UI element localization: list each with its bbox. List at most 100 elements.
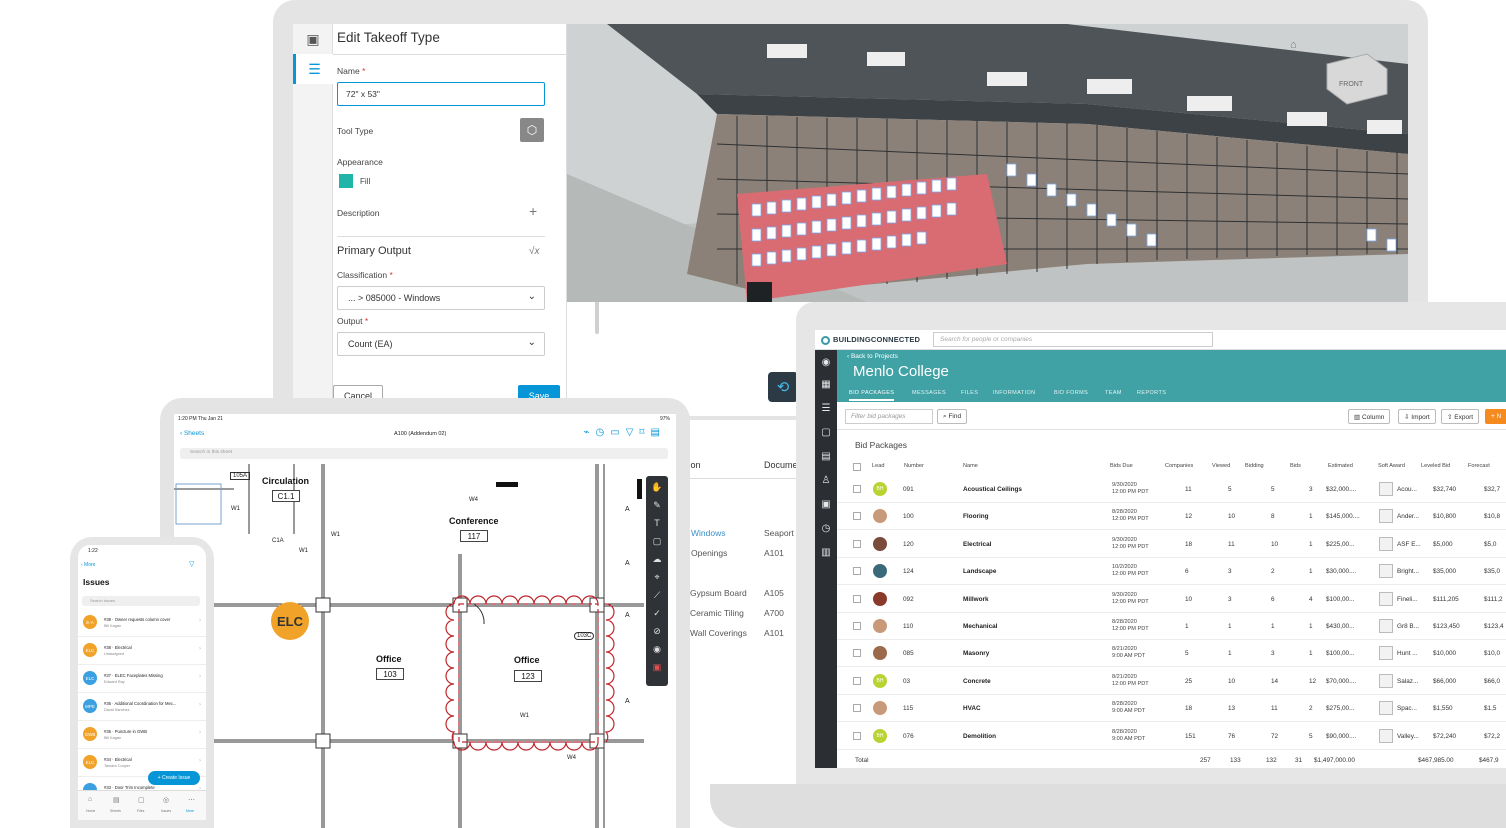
- row-checkbox[interactable]: [853, 622, 861, 630]
- home-icon[interactable]: ⌂: [88, 796, 92, 803]
- chart-icon[interactable]: ▥: [815, 542, 837, 562]
- tag[interactable]: W1: [520, 713, 529, 719]
- th-lead[interactable]: Lead: [872, 463, 884, 469]
- find-button[interactable]: ⌕ Find: [937, 409, 968, 424]
- issues-icon[interactable]: ◎: [163, 796, 169, 804]
- user-icon[interactable]: ◉: [815, 352, 837, 372]
- row-checkbox[interactable]: [853, 485, 861, 493]
- tab-bid-forms[interactable]: BID FORMS: [1054, 390, 1088, 396]
- stamp-icon[interactable]: ♙: [815, 470, 837, 490]
- tab-home[interactable]: Home: [86, 809, 95, 813]
- grid-tag[interactable]: A: [625, 560, 630, 567]
- row-checkbox[interactable]: [853, 594, 861, 603]
- th-bids[interactable]: Bids: [1290, 463, 1301, 469]
- clipboard-icon[interactable]: ▢: [815, 422, 837, 442]
- th-soft-award[interactable]: Soft Award: [1378, 463, 1405, 469]
- sheet-icon[interactable]: ▣: [293, 24, 333, 54]
- cube-tool-button[interactable]: ⬡: [520, 118, 544, 142]
- back-to-more-link[interactable]: ‹ More: [81, 562, 95, 568]
- doc-row-name[interactable]: Wall Coverings: [690, 628, 747, 638]
- orbit-button[interactable]: ⟲: [768, 372, 798, 402]
- output-select[interactable]: Count (EA) ⌄: [337, 332, 545, 356]
- grid-tag[interactable]: A: [625, 698, 630, 705]
- doc-row-doc[interactable]: A101: [764, 548, 784, 558]
- doc-row-doc[interactable]: A105: [764, 588, 784, 598]
- table-row[interactable]: BH 076 Demolition 151 76 72 5 $90,000.... Valley…: [837, 723, 1506, 750]
- doc-row-doc[interactable]: Seaport: [764, 528, 794, 538]
- tag[interactable]: W1: [331, 532, 340, 538]
- sheets-icon[interactable]: ▤: [113, 796, 120, 804]
- doc-row-name[interactable]: Windows: [691, 528, 725, 538]
- row-checkbox[interactable]: [853, 704, 861, 713]
- cloud-icon[interactable]: ☁: [646, 550, 668, 568]
- issues-search-input[interactable]: Search issues: [82, 596, 200, 606]
- row-checkbox[interactable]: [853, 567, 861, 576]
- name-input[interactable]: [337, 82, 545, 106]
- camera-icon[interactable]: ◉: [646, 640, 668, 658]
- tab-reports[interactable]: REPORTS: [1137, 390, 1166, 396]
- row-checkbox[interactable]: [853, 649, 861, 658]
- back-to-projects-link[interactable]: ‹ Back to Projects: [847, 353, 898, 360]
- th-number[interactable]: Number: [904, 463, 924, 469]
- cell-name[interactable]: Acoustical Ceilings: [963, 486, 1022, 493]
- cell-name[interactable]: Demolition: [963, 733, 996, 740]
- tab-issues[interactable]: Issues: [161, 809, 171, 813]
- link-icon[interactable]: ⊘: [646, 622, 668, 640]
- grid-tag[interactable]: A: [625, 612, 630, 619]
- tab-messages[interactable]: MESSAGES: [912, 390, 946, 396]
- filter-bid-packages-input[interactable]: Filter bid packages: [845, 409, 933, 424]
- new-button[interactable]: + N: [1485, 409, 1506, 424]
- table-row[interactable]: BH 091 Acoustical Ceilings 11 5 5 3 $32,000....…: [837, 476, 1506, 503]
- global-search-input[interactable]: Search for people or companies: [933, 332, 1213, 347]
- th-bidding[interactable]: Bidding: [1245, 463, 1264, 469]
- sheet-toolbar-icons[interactable]: ⌁◷▭▽⌑▤: [584, 427, 666, 438]
- text-icon[interactable]: T: [646, 514, 668, 532]
- table-row[interactable]: 110 Mechanical 1 1 1 1 $430,00... Gr8 B... $123,…: [837, 613, 1506, 640]
- th-forecast[interactable]: Forecast: [1468, 463, 1490, 469]
- cell-name[interactable]: Landscape: [963, 568, 996, 575]
- cell-name[interactable]: Concrete: [963, 678, 991, 685]
- tab-more[interactable]: More: [186, 809, 194, 813]
- table-row[interactable]: BH 03 Concrete 25 10 14 12 $70,000.... Salaz... $…: [837, 668, 1506, 695]
- th-leveled-bid[interactable]: Leveled Bid: [1421, 463, 1450, 469]
- table-row[interactable]: 092 Millwork 10 3 6 4 $100,00... Fineli... $111,…: [837, 586, 1506, 613]
- document-icon[interactable]: ▣: [815, 494, 837, 514]
- shape-icon[interactable]: ▢: [646, 532, 668, 550]
- room-number[interactable]: 103: [376, 668, 404, 680]
- table-row[interactable]: 115 HVAC 18 13 11 2 $275,00... Spac... $1,550 $1,…: [837, 695, 1506, 723]
- cell-name[interactable]: Flooring: [963, 513, 989, 520]
- select-all-checkbox[interactable]: [853, 463, 861, 471]
- files-icon[interactable]: ▢: [138, 796, 145, 804]
- tag[interactable]: C1A: [272, 538, 284, 544]
- doc-row-name[interactable]: Ceramic Tiling: [690, 608, 744, 618]
- cell-name[interactable]: Electrical: [963, 541, 991, 548]
- more-icon[interactable]: ⋯: [188, 796, 195, 804]
- formula-icon[interactable]: √x: [529, 246, 540, 257]
- doc-row-doc[interactable]: A700: [764, 608, 784, 618]
- tag[interactable]: W1: [231, 506, 240, 512]
- tab-information[interactable]: INFORMATION: [993, 390, 1036, 396]
- cell-name[interactable]: Mechanical: [963, 623, 997, 630]
- th-estimated[interactable]: Estimated: [1328, 463, 1353, 469]
- room-number[interactable]: 117: [460, 530, 488, 542]
- column-button[interactable]: ▥ Column: [1348, 409, 1391, 424]
- export-button[interactable]: ⇧ Export: [1441, 409, 1480, 424]
- tab-team[interactable]: TEAM: [1105, 390, 1122, 396]
- tab-files[interactable]: Files: [137, 809, 144, 813]
- building-icon[interactable]: ▦: [815, 374, 837, 394]
- grid-tag[interactable]: A: [625, 506, 630, 513]
- table-row[interactable]: 085 Masonry 5 1 3 1 $100,00... Hunt ... $10,000 $…: [837, 640, 1506, 668]
- check-icon[interactable]: ✓: [646, 604, 668, 622]
- list-item[interactable]: ELC #38 · Electrical Unassigned ›: [78, 637, 206, 665]
- back-to-sheets-link[interactable]: ‹ Sheets: [180, 430, 204, 437]
- tag[interactable]: W4: [469, 497, 478, 503]
- model-viewer-3d[interactable]: FRONT ⌂: [567, 24, 1408, 302]
- list-item[interactable]: MPE #36 · Additional Coordination for Mec…: [78, 693, 206, 721]
- tag[interactable]: 105A: [230, 472, 251, 480]
- clock-icon[interactable]: ◷: [815, 518, 837, 538]
- hand-icon[interactable]: ✋: [646, 478, 668, 496]
- th-bids-due[interactable]: Bids Due: [1110, 463, 1133, 469]
- th-viewed[interactable]: Viewed: [1212, 463, 1230, 469]
- floor-plan-drawing[interactable]: Circulation C1.1 Conference 117 Office 1…: [174, 464, 644, 828]
- cell-name[interactable]: Masonry: [963, 650, 989, 657]
